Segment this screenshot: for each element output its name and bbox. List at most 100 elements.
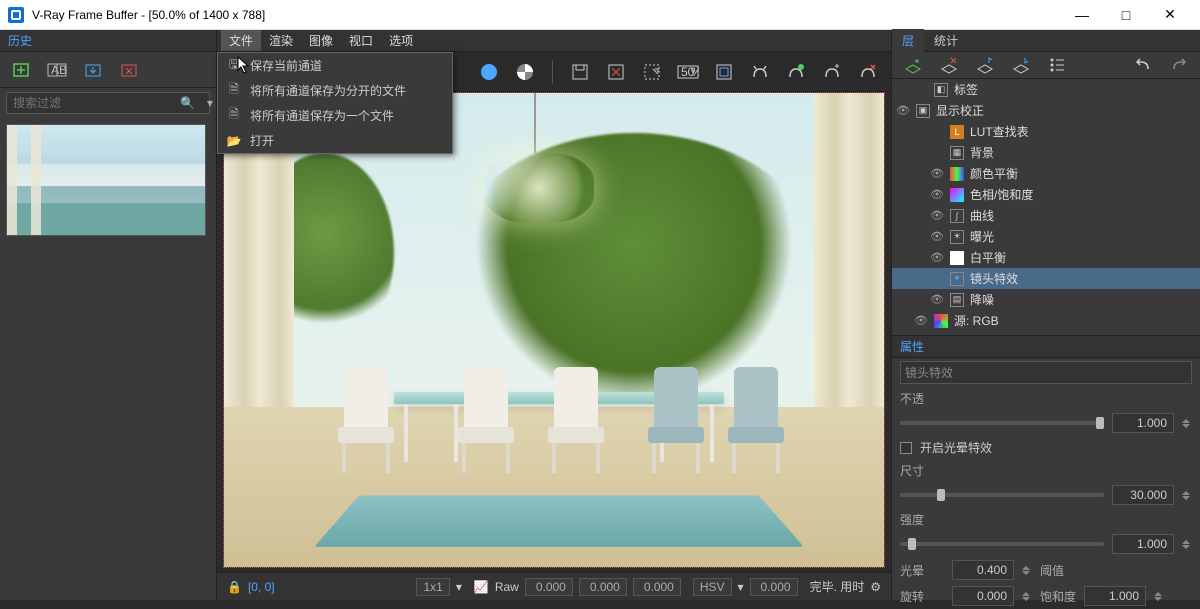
selected-layer-name: 镜头特效	[900, 361, 1192, 384]
saturation-spinner[interactable]	[1154, 592, 1164, 601]
layer-color-balance[interactable]: 👁颜色平衡	[892, 163, 1200, 184]
svg-text:B: B	[59, 63, 67, 77]
white-balance-icon	[950, 251, 964, 265]
colorspace-select[interactable]: HSV	[693, 578, 732, 596]
save-preset-button[interactable]	[972, 52, 998, 78]
chevron-down-icon[interactable]: ▾	[456, 580, 462, 594]
visibility-icon[interactable]: 👁	[930, 230, 944, 243]
layer-list-button[interactable]	[1044, 52, 1070, 78]
center-pane: 文件 渲染 图像 视口 选项 🖫保存当前通道 🗎将所有通道保存为分开的文件 🗎将…	[217, 30, 891, 600]
layer-background[interactable]: ▦背景	[892, 142, 1200, 163]
layer-hue-saturation[interactable]: 👁色相/饱和度	[892, 184, 1200, 205]
menu-viewport[interactable]: 视口	[341, 30, 381, 51]
redo-button[interactable]	[1166, 52, 1192, 78]
menu-save-all-separate[interactable]: 🗎将所有通道保存为分开的文件	[218, 78, 452, 103]
menu-open[interactable]: 📂打开	[218, 128, 452, 153]
grid-select[interactable]: 1x1	[416, 578, 449, 596]
delete-layer-button[interactable]	[936, 52, 962, 78]
menu-save-all-single[interactable]: 🗎将所有通道保存为一个文件	[218, 103, 452, 128]
label-icon: ◧	[934, 83, 948, 97]
saturation-value[interactable]: 1.000	[1084, 586, 1146, 606]
enable-bloom-checkbox[interactable]	[900, 442, 912, 454]
close-button[interactable]: ✕	[1148, 0, 1192, 30]
size-value[interactable]: 30.000	[1112, 485, 1174, 505]
history-thumbnail[interactable]	[6, 124, 206, 236]
layer-lut[interactable]: LLUT查找表	[892, 121, 1200, 142]
rotation-value[interactable]: 0.000	[952, 586, 1014, 606]
add-history-button[interactable]	[8, 57, 34, 83]
size-spinner[interactable]	[1182, 491, 1192, 500]
background-icon: ▦	[950, 146, 964, 160]
menu-options[interactable]: 选项	[381, 30, 421, 51]
menu-render[interactable]: 渲染	[261, 30, 301, 51]
visibility-icon[interactable]: 👁	[930, 167, 944, 180]
size-slider[interactable]	[900, 493, 1104, 497]
layer-white-balance[interactable]: 👁白平衡	[892, 247, 1200, 268]
undo-button[interactable]	[1130, 52, 1156, 78]
app-logo-icon	[8, 7, 24, 23]
visibility-icon[interactable]: 👁	[930, 209, 944, 222]
render-viewport[interactable]	[223, 92, 885, 568]
enable-bloom-label: 开启光晕特效	[920, 439, 992, 456]
render-region-button[interactable]	[783, 59, 809, 85]
opacity-spinner[interactable]	[1182, 419, 1192, 428]
chevron-down-icon[interactable]: ▾	[738, 580, 744, 594]
load-history-button[interactable]	[80, 57, 106, 83]
channel-rgb-button[interactable]	[476, 59, 502, 85]
render-time-label: 完毕. 用时	[810, 578, 865, 595]
visibility-icon[interactable]: 👁	[930, 188, 944, 201]
render-button[interactable]	[747, 59, 773, 85]
visibility-icon[interactable]: 👁	[930, 293, 944, 306]
render-interactive-button[interactable]	[819, 59, 845, 85]
load-preset-button[interactable]	[1008, 52, 1034, 78]
layer-labels[interactable]: ◧标签	[892, 79, 1200, 100]
tab-stats[interactable]: 统计	[924, 29, 968, 52]
menubar: 文件 渲染 图像 视口 选项	[217, 30, 891, 52]
settings-icon[interactable]: ⚙	[870, 580, 881, 594]
layer-curves[interactable]: 👁∫曲线	[892, 205, 1200, 226]
search-icon[interactable]: 🔍	[174, 96, 201, 110]
hue-sat-icon	[950, 188, 964, 202]
layer-lens-effects[interactable]: ✦镜头特效	[892, 268, 1200, 289]
clear-image-button[interactable]	[603, 59, 629, 85]
visibility-icon[interactable]: 👁	[930, 251, 944, 264]
layer-exposure[interactable]: 👁☀曝光	[892, 226, 1200, 247]
bloom-spinner[interactable]	[1022, 566, 1032, 575]
history-search[interactable]: 🔍 ▾	[6, 92, 210, 114]
stop-render-button[interactable]	[855, 59, 881, 85]
tab-layers[interactable]: 层	[892, 29, 924, 52]
minimize-button[interactable]: —	[1060, 0, 1104, 30]
zoom-50-button[interactable]: 50%	[675, 59, 701, 85]
visibility-icon[interactable]: 👁	[896, 104, 910, 117]
visibility-icon[interactable]: 👁	[914, 314, 928, 327]
channel-split-button[interactable]	[512, 59, 538, 85]
save-image-button[interactable]	[567, 59, 593, 85]
color-balance-icon	[950, 167, 964, 181]
menu-file[interactable]: 文件	[221, 30, 261, 51]
menu-save-current-channel[interactable]: 🖫保存当前通道	[218, 53, 452, 78]
search-input[interactable]	[7, 93, 174, 113]
layer-denoise[interactable]: 👁▤降噪	[892, 289, 1200, 310]
opacity-value[interactable]: 1.000	[1112, 413, 1174, 433]
delete-history-button[interactable]	[116, 57, 142, 83]
layer-source[interactable]: 👁源: RGB	[892, 310, 1200, 331]
opacity-slider[interactable]	[900, 421, 1104, 425]
opacity-label: 不透	[900, 390, 944, 407]
rotation-spinner[interactable]	[1022, 592, 1032, 601]
compare-ab-button[interactable]: AB	[44, 57, 70, 83]
history-toolbar: AB	[0, 52, 216, 88]
intensity-slider[interactable]	[900, 542, 1104, 546]
lock-icon[interactable]: 🔒	[227, 580, 242, 594]
fit-view-button[interactable]	[711, 59, 737, 85]
maximize-button[interactable]: □	[1104, 0, 1148, 30]
history-panel: 历史 AB 🔍 ▾	[0, 30, 217, 600]
bloom-value[interactable]: 0.400	[952, 560, 1014, 580]
layer-display-correction[interactable]: 👁▣显示校正	[892, 100, 1200, 121]
svg-text:A: A	[51, 63, 59, 77]
add-layer-button[interactable]	[900, 52, 926, 78]
region-select-button[interactable]	[639, 59, 665, 85]
intensity-label: 强度	[900, 511, 944, 528]
menu-image[interactable]: 图像	[301, 30, 341, 51]
intensity-value[interactable]: 1.000	[1112, 534, 1174, 554]
intensity-spinner[interactable]	[1182, 540, 1192, 549]
